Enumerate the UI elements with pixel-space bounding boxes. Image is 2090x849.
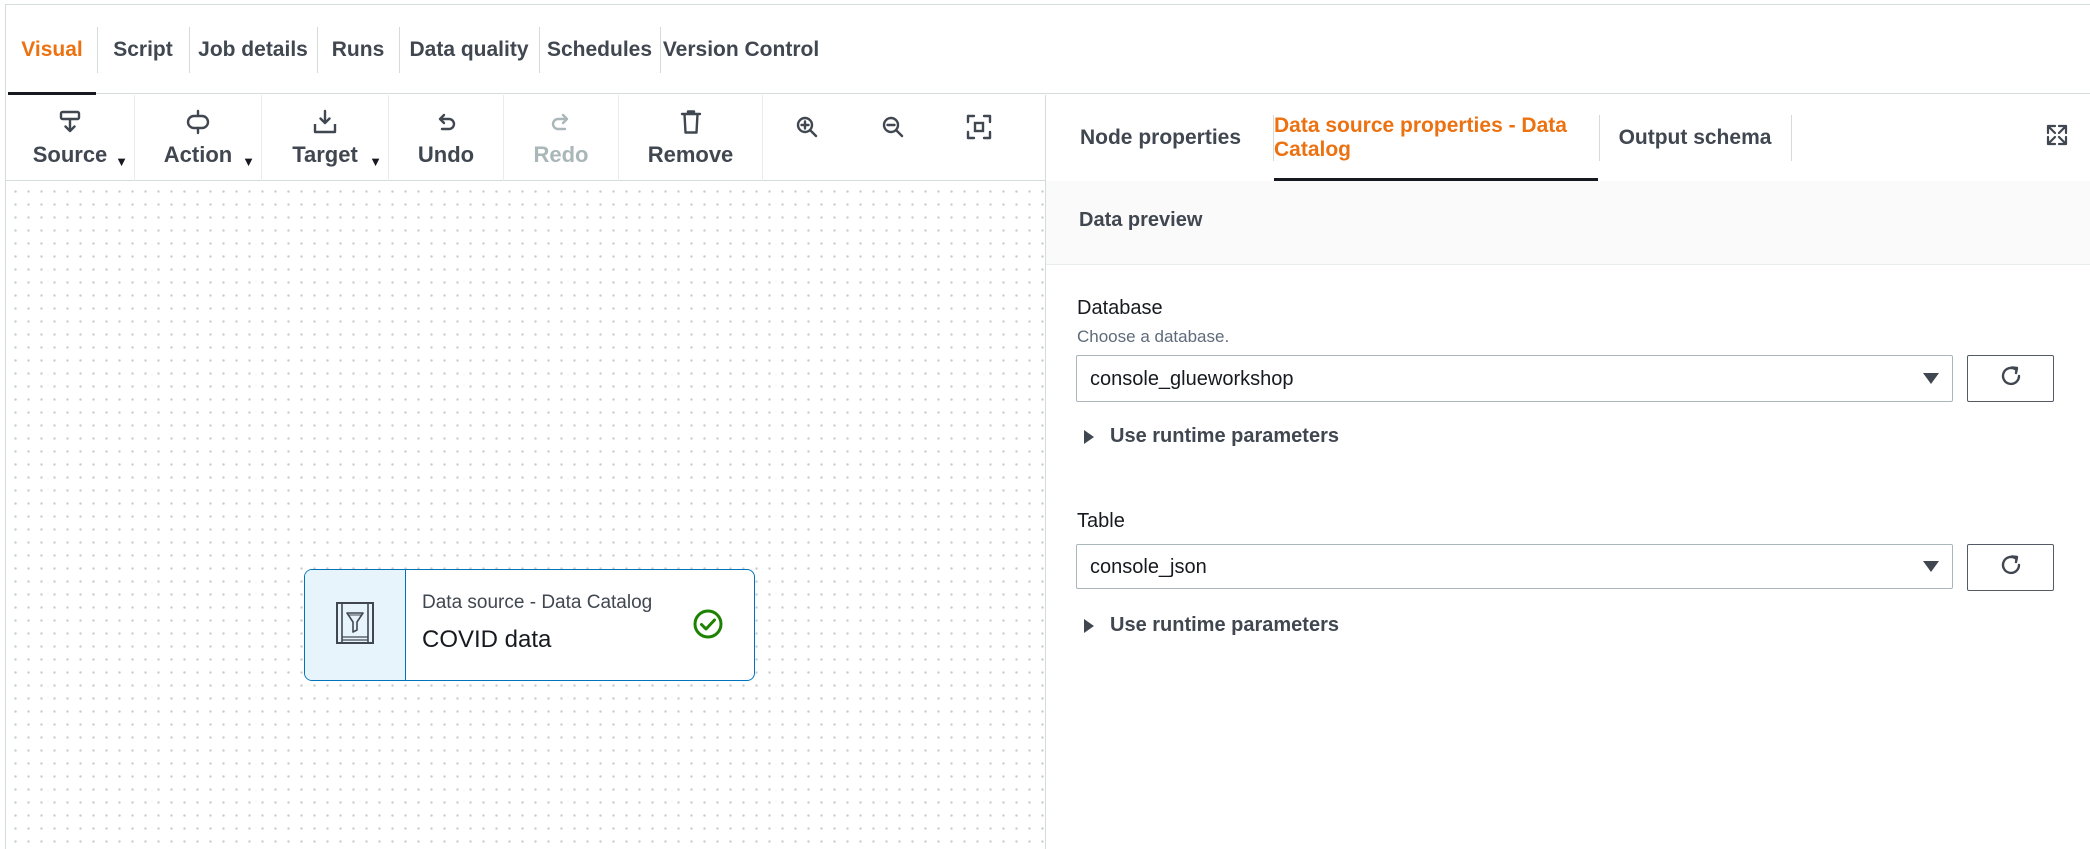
redo-icon — [548, 108, 574, 136]
table-select[interactable]: console_json — [1076, 544, 1953, 589]
tab-version-control[interactable]: Version Control — [661, 5, 821, 94]
node-icon-area — [305, 570, 406, 680]
zoom-out-button[interactable] — [862, 95, 924, 181]
database-refresh-button[interactable] — [1967, 355, 2054, 402]
top-tab-bar: Visual Script Job details Runs Data qual… — [8, 5, 2090, 95]
chevron-down-icon: ▼ — [369, 154, 382, 169]
runtime-parameters-label: Use runtime parameters — [1110, 614, 1339, 636]
target-icon — [312, 108, 338, 136]
runtime-parameters-label: Use runtime parameters — [1110, 425, 1339, 447]
data-catalog-icon — [335, 601, 375, 650]
refresh-icon — [1998, 552, 2024, 583]
source-label: Source — [32, 142, 108, 167]
tab-data-quality[interactable]: Data quality — [400, 5, 538, 94]
data-source-node[interactable]: Data source - Data Catalog COVID data — [304, 569, 755, 681]
source-icon — [57, 108, 83, 136]
target-button[interactable]: Target ▼ — [262, 95, 388, 181]
tab-visual[interactable]: Visual — [8, 5, 96, 95]
check-circle-icon — [692, 608, 724, 645]
undo-button[interactable]: Undo — [389, 95, 503, 181]
tab-job-details[interactable]: Job details — [190, 5, 316, 94]
tab-data-source-properties[interactable]: Data source properties - Data Catalog — [1274, 95, 1598, 181]
database-runtime-parameters-toggle[interactable]: Use runtime parameters — [1084, 425, 1339, 448]
redo-label: Redo — [533, 142, 589, 167]
undo-label: Undo — [417, 142, 475, 167]
tab-node-properties[interactable]: Node properties — [1064, 95, 1257, 181]
fit-to-screen-icon — [966, 113, 992, 141]
action-button[interactable]: Action ▼ — [135, 95, 261, 181]
tab-runs[interactable]: Runs — [318, 5, 398, 94]
chevron-down-icon: ▼ — [115, 154, 128, 169]
data-preview-toggle[interactable]: Data preview — [1079, 209, 1202, 232]
database-description: Choose a database. — [1077, 327, 1230, 346]
data-preview-bar: Data preview — [1046, 181, 2090, 265]
action-icon — [185, 108, 211, 136]
tab-schedules[interactable]: Schedules — [540, 5, 659, 94]
trash-icon — [678, 108, 704, 136]
tab-script[interactable]: Script — [98, 5, 188, 94]
refresh-icon — [1998, 363, 2024, 394]
properties-panel: Node properties Data source properties -… — [1045, 95, 2090, 849]
table-refresh-button[interactable] — [1967, 544, 2054, 591]
table-runtime-parameters-toggle[interactable]: Use runtime parameters — [1084, 614, 1339, 637]
database-select[interactable]: console_glueworkshop — [1076, 355, 1953, 402]
target-label: Target — [292, 142, 358, 167]
expand-icon[interactable] — [2045, 123, 2069, 152]
source-button[interactable]: Source ▼ — [6, 95, 134, 181]
zoom-in-icon — [794, 113, 820, 141]
caret-right-icon — [1084, 429, 1094, 444]
caret-down-icon — [1923, 373, 1939, 384]
tab-divider — [1791, 115, 1792, 161]
caret-down-icon — [1923, 561, 1939, 572]
visual-canvas[interactable]: Data source - Data Catalog COVID data — [6, 182, 1045, 849]
panel-tab-bar: Node properties Data source properties -… — [1046, 95, 2090, 181]
canvas-toolbar: Source ▼ Action ▼ Target ▼ Undo Redo Rem… — [6, 95, 1045, 181]
caret-right-icon — [1084, 618, 1094, 633]
remove-button[interactable]: Remove — [619, 95, 762, 181]
toolbar-divider — [762, 95, 763, 181]
fit-to-screen-button[interactable] — [948, 95, 1010, 181]
table-select-value: console_json — [1090, 556, 1207, 578]
action-label: Action — [163, 142, 233, 167]
tab-output-schema[interactable]: Output schema — [1600, 95, 1790, 181]
undo-icon — [433, 108, 459, 136]
redo-button[interactable]: Redo — [504, 95, 618, 181]
chevron-down-icon: ▼ — [242, 154, 255, 169]
database-label: Database — [1077, 297, 1163, 319]
zoom-in-button[interactable] — [776, 95, 838, 181]
table-label: Table — [1077, 510, 1125, 532]
zoom-out-icon — [880, 113, 906, 141]
remove-label: Remove — [647, 142, 734, 167]
database-select-value: console_glueworkshop — [1090, 368, 1294, 390]
node-body: Data source - Data Catalog COVID data — [406, 570, 754, 680]
